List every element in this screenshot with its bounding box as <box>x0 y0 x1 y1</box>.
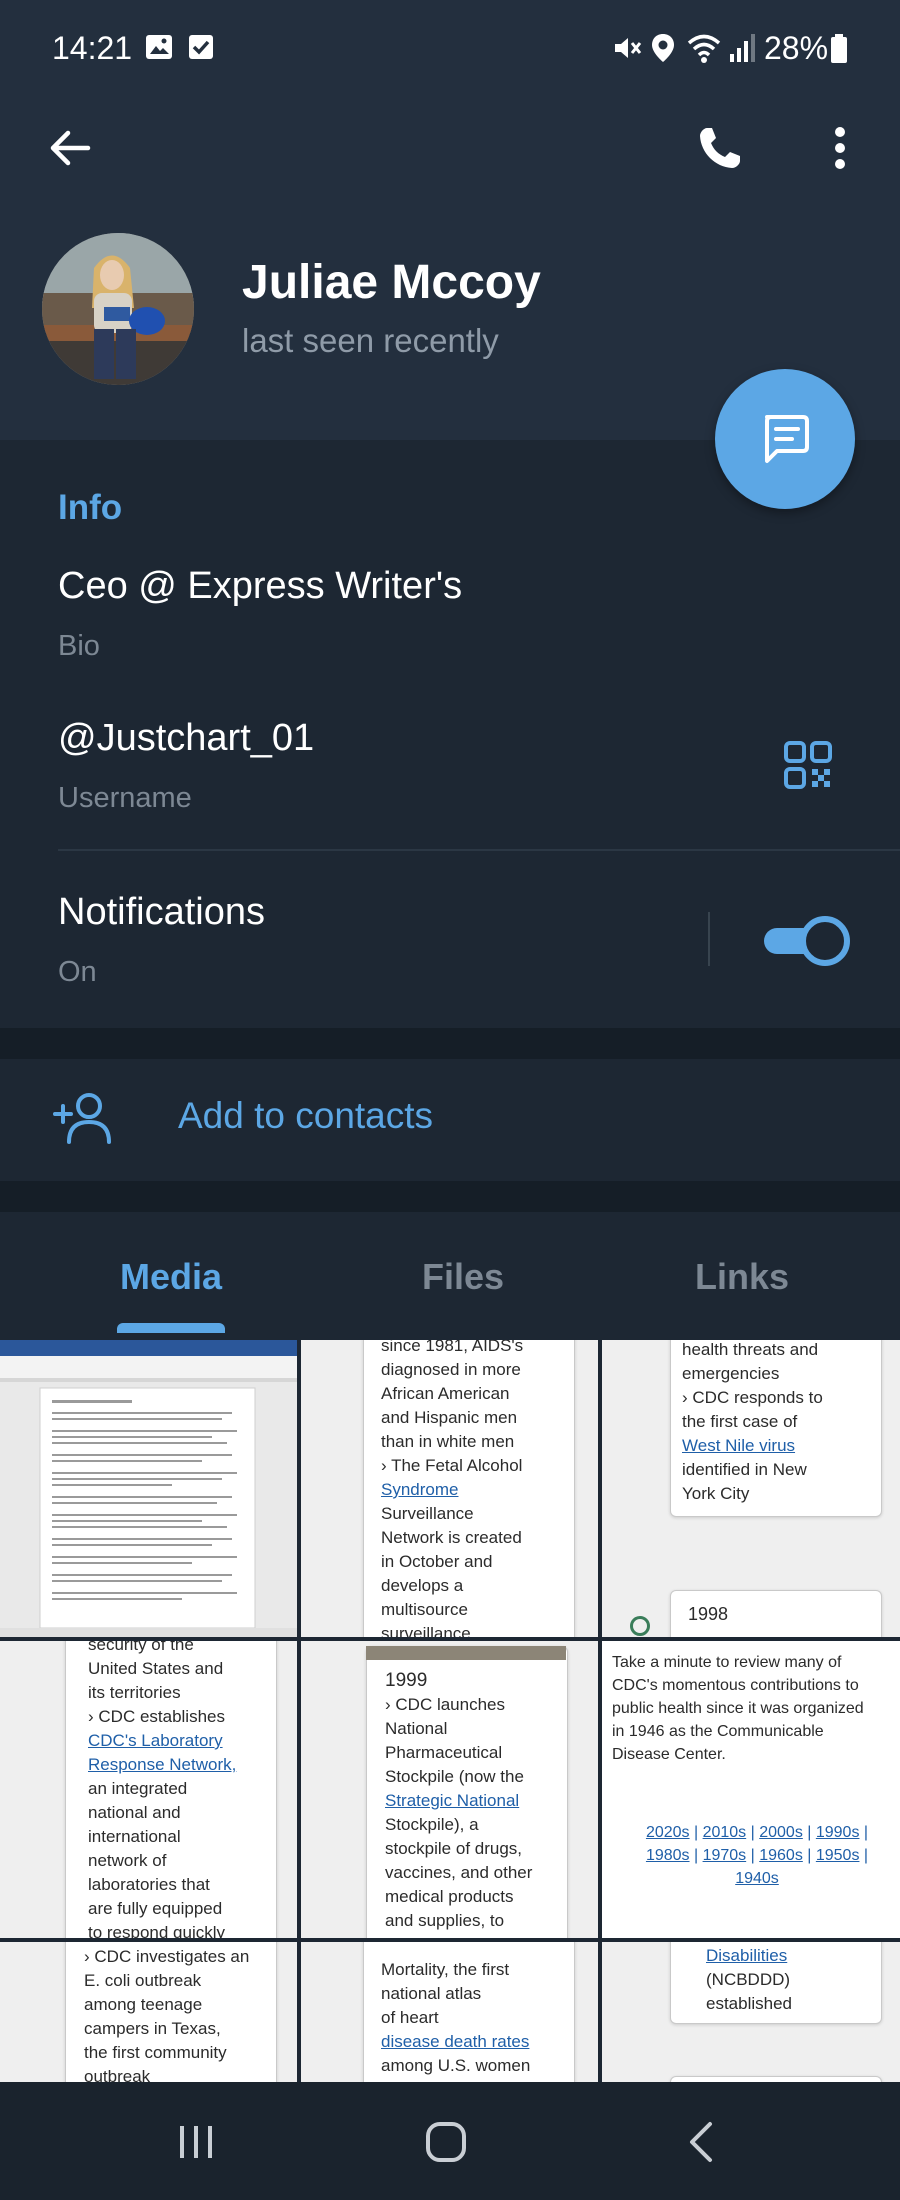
qr-code-icon[interactable] <box>780 737 836 793</box>
section-gap <box>0 1181 900 1212</box>
section-gap <box>0 1028 900 1059</box>
info-section-title: Info <box>58 488 123 527</box>
add-to-contacts-row[interactable] <box>0 1059 900 1181</box>
chat-bubble-icon <box>765 415 809 463</box>
avatar[interactable] <box>42 233 194 385</box>
location-icon <box>650 32 676 72</box>
back-arrow-icon[interactable] <box>40 118 100 178</box>
contact-name: Juliae Mccoy <box>242 256 541 309</box>
recent-apps-icon[interactable] <box>160 2112 232 2172</box>
notifications-toggle[interactable] <box>762 916 850 966</box>
active-tab-indicator <box>117 1323 225 1333</box>
media-thumbnail[interactable]: 1999 › CDC launches National Pharmaceutical… <box>301 1641 598 1938</box>
phone-icon[interactable] <box>690 118 750 178</box>
wifi-icon <box>686 32 722 72</box>
image-strip <box>366 1646 566 1660</box>
add-to-contacts-label: Add to contacts <box>178 1095 434 1136</box>
divider <box>58 849 900 851</box>
tab-media[interactable]: Media <box>120 1256 222 1298</box>
battery-icon <box>830 34 848 72</box>
check-box-icon <box>186 32 216 70</box>
signal-icon <box>728 32 756 72</box>
vertical-divider <box>708 912 710 966</box>
media-thumbnail[interactable]: since 1981, AIDS's diagnosed in more Afric… <box>301 1340 598 1637</box>
tab-files[interactable]: Files <box>422 1256 504 1298</box>
add-user-icon <box>50 1088 116 1148</box>
gallery-icon <box>144 32 174 70</box>
media-thumbnail[interactable] <box>0 1340 297 1637</box>
media-thumbnail[interactable]: Mortality, the first national atlas of hea… <box>301 1942 598 2082</box>
bio-label: Bio <box>58 630 100 662</box>
last-seen-status: last seen recently <box>242 322 499 359</box>
bio-value[interactable]: Ceo @ Express Writer's <box>58 565 462 608</box>
status-time: 14:21 <box>52 30 133 66</box>
home-icon[interactable] <box>410 2112 482 2172</box>
username-value[interactable]: @Justchart_01 <box>58 717 314 760</box>
media-thumbnail[interactable]: health threats and emergencies › CDC respo… <box>602 1340 900 1637</box>
notifications-status: On <box>58 956 97 988</box>
username-label: Username <box>58 782 192 814</box>
timeline-marker-icon <box>630 1616 650 1636</box>
media-thumbnail[interactable]: Disabilities (NCBDDD) established <box>602 1942 900 2082</box>
mute-icon <box>612 33 642 71</box>
message-button[interactable] <box>715 369 855 509</box>
more-options-icon[interactable] <box>815 118 865 178</box>
back-icon[interactable] <box>665 2112 737 2172</box>
media-thumbnail[interactable]: security of the United States and its terr… <box>0 1641 297 1938</box>
media-thumbnail[interactable]: › CDC investigates an E. coli outbreak amo… <box>0 1942 297 2082</box>
media-thumbnail[interactable]: Take a minute to review many of CDC's mom… <box>602 1641 900 1938</box>
battery-percent: 28% <box>764 30 829 66</box>
notifications-title[interactable]: Notifications <box>58 891 265 934</box>
tab-links[interactable]: Links <box>695 1256 789 1298</box>
